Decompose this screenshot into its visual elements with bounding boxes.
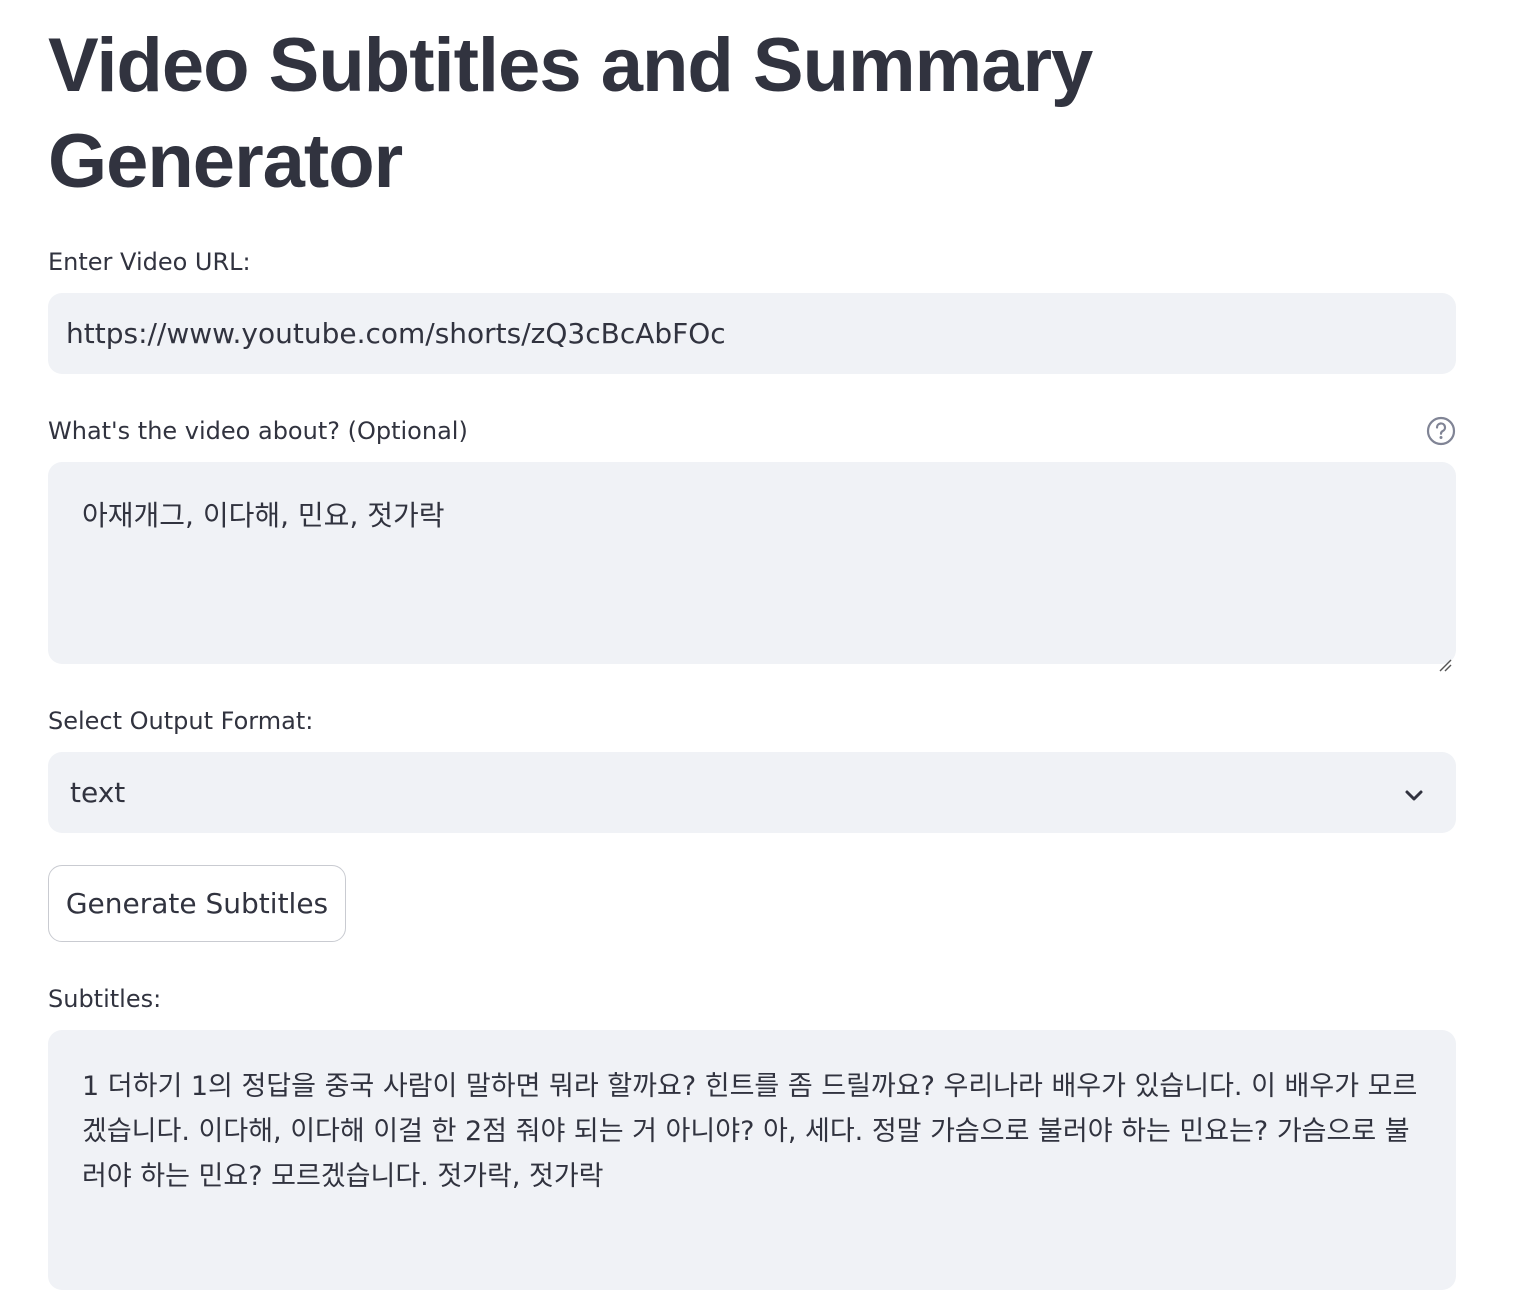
- chevron-down-icon: [1402, 781, 1426, 805]
- subtitles-label: Subtitles:: [48, 985, 162, 1013]
- format-label-row: Select Output Format:: [48, 705, 1456, 737]
- video-about-value: 아재개그, 이다해, 민요, 젓가락: [82, 499, 445, 532]
- about-field-label: What's the video about? (Optional): [48, 417, 468, 445]
- question-circle-icon[interactable]: [1426, 416, 1456, 446]
- video-url-input[interactable]: https://www.youtube.com/shorts/zQ3cBcAbF…: [48, 293, 1456, 374]
- main-container: Video Subtitles and Summary Generator En…: [48, 0, 1456, 1290]
- subtitles-text: 1 더하기 1의 정답을 중국 사람이 말하면 뭐라 할까요? 힌트를 좀 드릴…: [82, 1071, 1418, 1192]
- video-about-textarea[interactable]: 아재개그, 이다해, 민요, 젓가락: [48, 462, 1456, 672]
- subtitles-label-row: Subtitles:: [48, 983, 1456, 1015]
- url-field-label: Enter Video URL:: [48, 248, 251, 276]
- about-label-row: What's the video about? (Optional): [48, 415, 1456, 447]
- generate-subtitles-button[interactable]: Generate Subtitles: [48, 865, 346, 942]
- page-title: Video Subtitles and Summary Generator: [48, 23, 1093, 204]
- url-label-row: Enter Video URL:: [48, 246, 1456, 278]
- resize-handle-icon[interactable]: [1438, 646, 1452, 672]
- video-url-value: https://www.youtube.com/shorts/zQ3cBcAbF…: [66, 317, 726, 350]
- output-format-value: text: [70, 776, 126, 809]
- format-select-label: Select Output Format:: [48, 707, 314, 735]
- subtitles-textarea[interactable]: 1 더하기 1의 정답을 중국 사람이 말하면 뭐라 할까요? 힌트를 좀 드릴…: [48, 1030, 1456, 1290]
- output-format-select[interactable]: text: [48, 752, 1456, 833]
